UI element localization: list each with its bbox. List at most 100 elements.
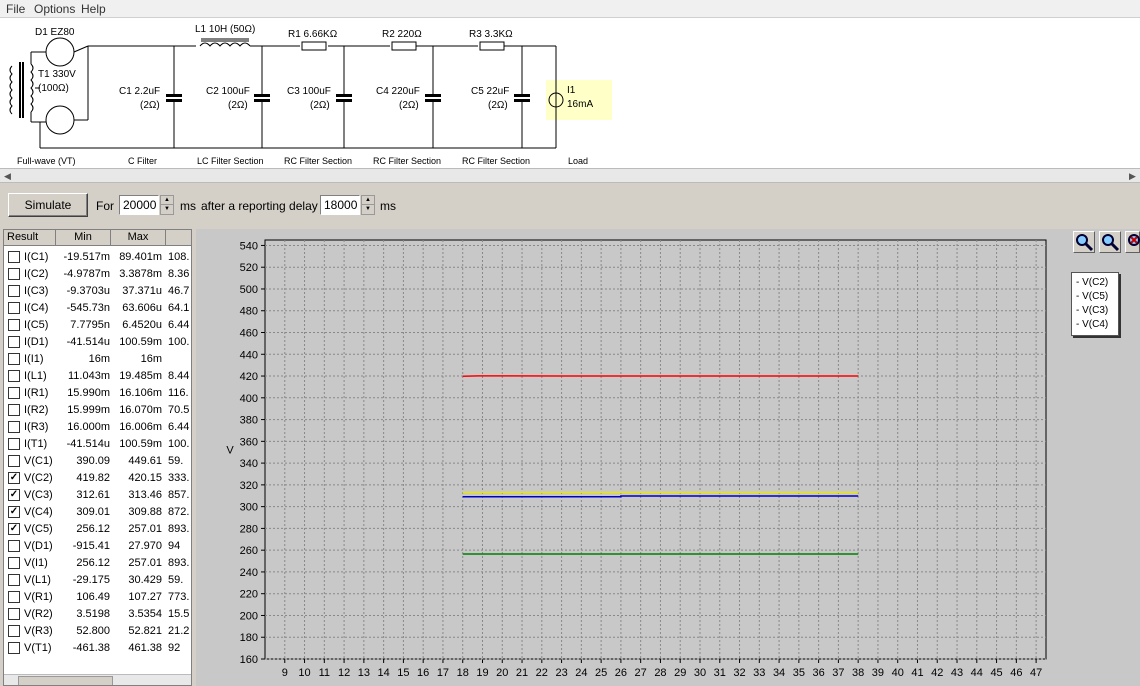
row-checkbox[interactable] [8,319,20,331]
table-row[interactable]: I(C3) -9.3703u 37.371u 46.7 [4,283,191,300]
series-line-vc4 [462,495,859,498]
table-row[interactable]: V(R2) 3.5198 3.5354 15.5 [4,606,191,623]
row-checkbox[interactable] [8,404,20,416]
y-tick-label: 160 [240,654,258,666]
voltage-chart[interactable]: 9 10 11 12 13 14 15 16 17 18 19 20 21 22 23 24 25 26 27 28 2… [196,229,1140,686]
table-row[interactable]: I(C5) 7.7795n 6.4520u 6.44 [4,317,191,334]
header-max[interactable]: Max [111,230,166,246]
zoom-reset-icon[interactable] [1125,231,1140,253]
section-full-wave: Full-wave (VT) [17,156,76,166]
zoom-in-icon[interactable] [1073,231,1095,253]
header-extra[interactable] [166,230,191,246]
y-tick-label: 240 [240,567,258,579]
table-row[interactable]: V(R3) 52.800 52.821 21.2 [4,623,191,640]
ms-label-2: ms [380,199,396,213]
row-max: 16.106m [119,387,162,399]
row-min: 7.7795n [70,319,110,331]
x-tick-label: 40 [892,667,904,679]
menu-file[interactable]: File [6,2,25,16]
x-tick-label: 13 [358,667,370,679]
delay-input[interactable]: 18000 [320,195,360,215]
x-tick-label: 46 [1010,667,1022,679]
header-min[interactable]: Min [56,230,111,246]
row-extra: 100. [168,336,190,348]
table-row[interactable]: V(I1) 256.12 257.01 893. [4,555,191,572]
row-name: V(I1) [24,557,48,569]
menu-options[interactable]: Options [34,2,75,16]
duration-spinner[interactable]: ▲ ▼ [160,195,174,215]
header-result[interactable]: Result [4,230,56,246]
table-row[interactable]: ✓ V(C5) 256.12 257.01 893. [4,521,191,538]
row-name: V(D1) [24,540,53,552]
table-row[interactable]: I(R3) 16.000m 16.006m 6.44 [4,419,191,436]
menu-help[interactable]: Help [81,2,106,16]
table-row[interactable]: ✓ V(C3) 312.61 313.46 857. [4,487,191,504]
table-row[interactable]: I(L1) 11.043m 19.485m 8.44 [4,368,191,385]
table-row[interactable]: I(R2) 15.999m 16.070m 70.5 [4,402,191,419]
row-min: 15.990m [67,387,110,399]
table-row[interactable]: ✓ V(C4) 309.01 309.88 872. [4,504,191,521]
table-row[interactable]: I(C2) -4.9787m 3.3878m 8.36 [4,266,191,283]
table-row[interactable]: I(D1) -41.514u 100.59m 100. [4,334,191,351]
table-row[interactable]: I(T1) -41.514u 100.59m 100. [4,436,191,453]
row-checkbox[interactable] [8,591,20,603]
row-checkbox[interactable] [8,540,20,552]
simulate-button[interactable]: Simulate [8,193,88,217]
delay-spinner[interactable]: ▲ ▼ [361,195,375,215]
table-row[interactable]: I(C1) -19.517m 89.401m 108. [4,249,191,266]
table-row[interactable]: ✓ V(C2) 419.82 420.15 333. [4,470,191,487]
schematic-hscroll[interactable]: ◀ ▶ [0,168,1140,183]
row-checkbox[interactable] [8,387,20,399]
y-tick-label: 540 [240,240,258,252]
row-checkbox[interactable] [8,608,20,620]
row-max: 449.61 [128,455,162,467]
table-hscroll[interactable] [4,674,191,685]
legend-item-vc5: - V(C5) [1076,291,1109,302]
y-tick-label: 340 [240,458,258,470]
row-checkbox[interactable] [8,455,20,467]
zoom-out-icon[interactable] [1099,231,1121,253]
scroll-thumb[interactable] [18,676,113,685]
row-checkbox[interactable] [8,557,20,569]
table-row[interactable]: I(I1) 16m 16m [4,351,191,368]
table-row[interactable]: V(D1) -915.41 27.970 94 [4,538,191,555]
row-min: 16m [88,353,110,365]
row-checkbox[interactable]: ✓ [8,489,20,501]
section-load: Load [568,156,589,166]
row-checkbox[interactable] [8,251,20,263]
duration-input[interactable]: 20000 [119,195,159,215]
row-min: -9.3703u [66,285,110,297]
y-tick-label: 300 [240,502,258,514]
table-row[interactable]: I(C4) -545.73n 63.606u 64.1 [4,300,191,317]
row-checkbox[interactable] [8,438,20,450]
row-checkbox[interactable]: ✓ [8,506,20,518]
row-checkbox[interactable] [8,353,20,365]
scroll-right-icon[interactable]: ▶ [1126,170,1139,182]
row-name: V(R2) [24,608,53,620]
row-checkbox[interactable] [8,574,20,586]
x-tick-label: 47 [1030,667,1042,679]
row-name: V(C2) [24,472,53,484]
row-max: 16m [140,353,162,365]
row-checkbox[interactable] [8,285,20,297]
row-checkbox[interactable] [8,642,20,654]
table-row[interactable]: V(C1) 390.09 449.61 59. [4,453,191,470]
table-row[interactable]: V(R1) 106.49 107.27 773. [4,589,191,606]
row-min: 106.49 [76,591,110,603]
row-extra: 116. [168,387,189,399]
row-checkbox[interactable] [8,268,20,280]
row-checkbox[interactable] [8,625,20,637]
row-checkbox[interactable]: ✓ [8,472,20,484]
row-checkbox[interactable] [8,336,20,348]
table-row[interactable]: V(T1) -461.38 461.38 92 [4,640,191,657]
scroll-left-icon[interactable]: ◀ [1,170,14,182]
table-row[interactable]: I(R1) 15.990m 16.106m 116. [4,385,191,402]
row-checkbox[interactable] [8,302,20,314]
row-checkbox[interactable]: ✓ [8,523,20,535]
row-checkbox[interactable] [8,370,20,382]
row-max: 257.01 [128,523,162,535]
table-row[interactable]: V(L1) -29.175 30.429 59. [4,572,191,589]
y-tick-label: 260 [240,545,258,557]
row-name: I(R1) [24,387,49,399]
row-checkbox[interactable] [8,421,20,433]
